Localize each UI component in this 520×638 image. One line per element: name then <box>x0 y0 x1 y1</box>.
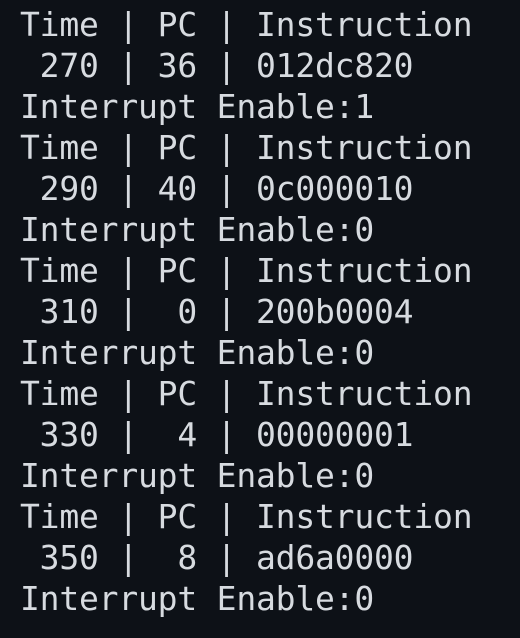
output-line-instruction-row: 310 | 0 | 200b0004 <box>20 292 414 331</box>
output-line-instruction-row: 330 | 4 | 00000001 <box>20 415 414 454</box>
output-line-time-header: Time | PC | Instruction <box>20 5 473 44</box>
output-line-time-header: Time | PC | Instruction <box>20 128 473 167</box>
output-line-instruction-row: 350 | 8 | ad6a0000 <box>20 538 414 577</box>
output-line-interrupt-enable: Interrupt Enable:0 <box>20 579 375 618</box>
output-line-interrupt-enable: Interrupt Enable:0 <box>20 456 375 495</box>
output-line-interrupt-enable: Interrupt Enable:0 <box>20 210 375 249</box>
output-line-time-header: Time | PC | Instruction <box>20 497 473 536</box>
output-line-interrupt-enable: Interrupt Enable:0 <box>20 333 375 372</box>
terminal-window[interactable]: Time | PC | Instruction 270 | 36 | 012dc… <box>0 0 520 638</box>
output-line-instruction-row: 270 | 36 | 012dc820 <box>20 46 414 85</box>
output-line-instruction-row: 290 | 40 | 0c000010 <box>20 169 414 208</box>
output-line-interrupt-enable: Interrupt Enable:1 <box>20 87 375 126</box>
output-line-time-header: Time | PC | Instruction <box>20 251 473 290</box>
terminal-output: Time | PC | Instruction 270 | 36 | 012dc… <box>0 4 520 619</box>
output-line-time-header: Time | PC | Instruction <box>20 374 473 413</box>
